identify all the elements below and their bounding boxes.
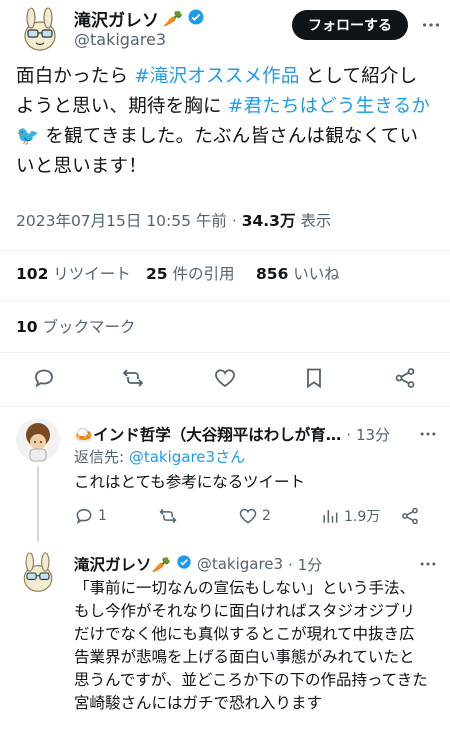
- reply-handle[interactable]: @takigare3: [197, 555, 283, 573]
- tweet-meta: 2023年07月15日 10:55 午前 · 34.3万 表示: [16, 209, 331, 231]
- like-icon[interactable]: [213, 366, 237, 394]
- bookmark-icon[interactable]: [302, 366, 326, 394]
- bookmarks-count: 10: [16, 318, 38, 336]
- verified-badge-icon: [176, 554, 192, 574]
- reply-avatar[interactable]: [16, 418, 60, 462]
- more-options-icon[interactable]: [420, 14, 442, 40]
- author-avatar[interactable]: [16, 6, 64, 54]
- like-action[interactable]: 2: [238, 506, 271, 526]
- retweets-count: 102: [16, 265, 49, 283]
- reply-count: 1: [98, 508, 107, 524]
- reply-icon[interactable]: [32, 366, 56, 394]
- quotes-count: 25: [146, 265, 168, 283]
- tweet-text: 面白かったら #滝沢オススメ作品 として紹介しようと思い、期待を胸に #君たちは…: [16, 62, 436, 182]
- reply-text: 「事前に一切なんの宣伝もしない」という手法、もし今作がそれなりに面白ければスタジ…: [74, 579, 428, 712]
- reply-author-name[interactable]: 滝沢ガレソ🥕: [74, 553, 171, 575]
- replying-to: 返信先: @takigare3さん: [74, 446, 245, 467]
- retweet-icon[interactable]: [121, 366, 145, 394]
- retweet-action[interactable]: [158, 506, 182, 526]
- timestamp[interactable]: 2023年07月15日 10:55 午前 ·: [16, 212, 242, 230]
- reply-time[interactable]: · 1分: [288, 554, 322, 575]
- tweet-text-plain: 面白かったら: [16, 66, 135, 87]
- tweet-text-plain: 🐦 を観てきました。たぶん皆さんは観なくていいと思います！: [16, 126, 419, 177]
- more-options-icon[interactable]: [418, 554, 438, 578]
- carrot-emoji-icon: 🥕: [163, 9, 183, 28]
- likes-count: 856: [256, 265, 289, 283]
- reply-author-name[interactable]: 🍛インド哲学（大谷翔平はわしが育…: [74, 426, 341, 444]
- views-label: 表示: [295, 212, 332, 230]
- author-name[interactable]: 滝沢ガレソ: [74, 6, 159, 31]
- quotes-stat[interactable]: 25 件の引用: [146, 262, 235, 284]
- follow-button[interactable]: フォローする: [292, 10, 408, 40]
- likes-label: いいね: [293, 265, 340, 283]
- verified-badge-icon: [187, 8, 205, 30]
- quotes-label: 件の引用: [172, 265, 235, 283]
- share-icon[interactable]: [393, 366, 417, 394]
- reply-avatar[interactable]: [16, 551, 60, 595]
- retweets-label: リツイート: [53, 265, 131, 283]
- more-options-icon[interactable]: [418, 424, 438, 448]
- views-action[interactable]: 1.9万: [320, 506, 380, 526]
- replying-prefix: 返信先:: [74, 448, 129, 466]
- retweets-stat[interactable]: 102 リツイート: [16, 262, 131, 284]
- share-icon[interactable]: [400, 506, 420, 526]
- likes-stat[interactable]: 856 いいね: [256, 262, 340, 284]
- bookmarks-stat[interactable]: 10 ブックマーク: [16, 315, 136, 337]
- reply-action[interactable]: 1: [74, 506, 107, 526]
- reply-text: これはとても参考になるツイート: [74, 473, 305, 491]
- like-count: 2: [262, 508, 271, 524]
- reply-time[interactable]: · 13分: [346, 426, 390, 444]
- thread-line: [37, 466, 39, 542]
- views-count: 34.3万: [241, 212, 296, 230]
- author-handle[interactable]: @takigare3: [74, 30, 166, 49]
- view-count: 1.9万: [344, 509, 381, 525]
- replying-to-link[interactable]: @takigare3さん: [129, 448, 245, 466]
- hashtag-link[interactable]: #君たちはどう生きるか: [228, 96, 430, 117]
- bookmarks-label: ブックマーク: [42, 318, 136, 336]
- hashtag-link[interactable]: #滝沢オススメ作品: [134, 66, 299, 87]
